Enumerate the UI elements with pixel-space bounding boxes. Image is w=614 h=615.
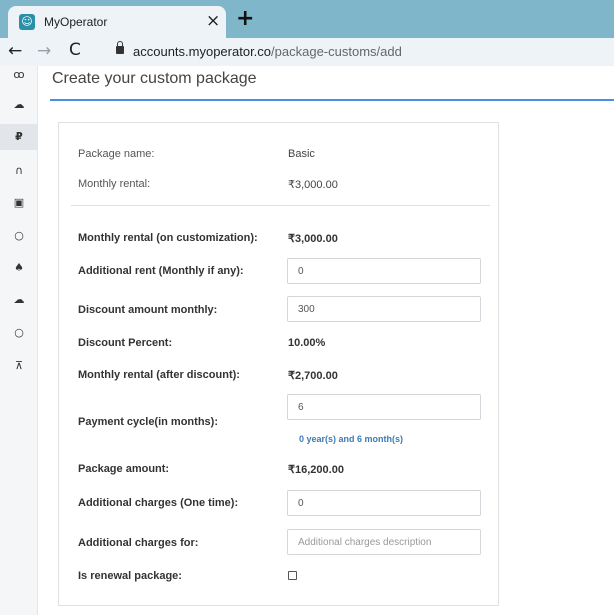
url-field[interactable]: accounts.myoperator.co/package-customs/a… — [133, 44, 402, 59]
payment-cycle-hint: 0 year(s) and 6 month(s) — [299, 434, 404, 444]
myoperator-favicon-icon: ☺ — [19, 14, 35, 30]
address-bar: ← → C accounts.myoperator.co/package-cus… — [0, 38, 614, 66]
back-arrow-icon[interactable]: ← — [8, 41, 22, 61]
monthly-rental-value: ₹3,000.00 — [288, 179, 338, 191]
cloud-sync-icon[interactable]: ☁ — [0, 287, 38, 313]
group-icon[interactable]: ꝏ — [0, 62, 38, 88]
package-name-value: Basic — [288, 148, 315, 160]
discount-amount-input[interactable] — [287, 296, 481, 322]
billing-icon[interactable]: ▣ — [0, 190, 38, 216]
rental-customization-value: ₹3,000.00 — [288, 233, 338, 245]
is-renewal-label: Is renewal package: — [78, 570, 182, 582]
rupee-icon[interactable]: ₽ — [0, 124, 38, 150]
lock-icon[interactable] — [116, 41, 124, 54]
rental-after-discount-label: Monthly rental (after discount): — [78, 369, 240, 381]
header-divider — [50, 99, 614, 101]
discount-percent-value: 10.00% — [288, 337, 326, 349]
forward-arrow-icon[interactable]: → — [37, 41, 51, 61]
headset-icon[interactable]: ∩ — [0, 158, 38, 184]
package-amount-label: Package amount: — [78, 463, 170, 475]
page-title: Create your custom package — [52, 70, 257, 87]
discount-percent-label: Discount Percent: — [78, 337, 173, 349]
additional-charges-description-input[interactable] — [287, 529, 481, 555]
package-form-card: Package name: Basic Monthly rental: ₹3,0… — [58, 122, 499, 606]
reload-icon[interactable]: C — [69, 40, 81, 60]
sidebar: ꝏ ☁ ₽ ∩ ▣ ○ ♠ ☁ ○ ⊼ — [0, 66, 38, 615]
cloud-icon[interactable]: ☁ — [0, 92, 38, 118]
url-path: /package-customs/add — [271, 44, 402, 59]
new-tab-icon[interactable]: + — [236, 6, 254, 31]
additional-rent-label: Additional rent (Monthly if any): — [78, 265, 244, 277]
circle-icon[interactable]: ○ — [0, 223, 38, 249]
payment-cycle-label: Payment cycle(in months): — [78, 416, 218, 428]
bell-icon[interactable]: ♠ — [0, 255, 38, 281]
section-divider — [71, 205, 490, 206]
is-renewal-checkbox[interactable] — [288, 571, 297, 580]
circle-icon-2[interactable]: ○ — [0, 320, 38, 346]
additional-charges-label: Additional charges (One time): — [78, 497, 239, 509]
browser-tab-bar: ☺ MyOperator × + — [0, 0, 614, 38]
additional-charges-for-label: Additional charges for: — [78, 537, 199, 549]
discount-amount-label: Discount amount monthly: — [78, 304, 218, 316]
package-name-label: Package name: — [78, 148, 155, 160]
cart-icon[interactable]: ⊼ — [0, 353, 38, 379]
tab-title: MyOperator — [44, 15, 108, 29]
rental-after-discount-value: ₹2,700.00 — [288, 370, 338, 382]
browser-tab[interactable]: ☺ MyOperator × — [8, 6, 226, 38]
close-tab-icon[interactable]: × — [206, 11, 220, 31]
monthly-rental-label: Monthly rental: — [78, 178, 151, 190]
rental-customization-label: Monthly rental (on customization): — [78, 232, 258, 244]
payment-cycle-input[interactable] — [287, 394, 481, 420]
package-amount-value: ₹16,200.00 — [288, 464, 344, 476]
additional-charges-input[interactable] — [287, 490, 481, 516]
additional-rent-input[interactable] — [287, 258, 481, 284]
url-host: accounts.myoperator.co — [133, 44, 272, 59]
